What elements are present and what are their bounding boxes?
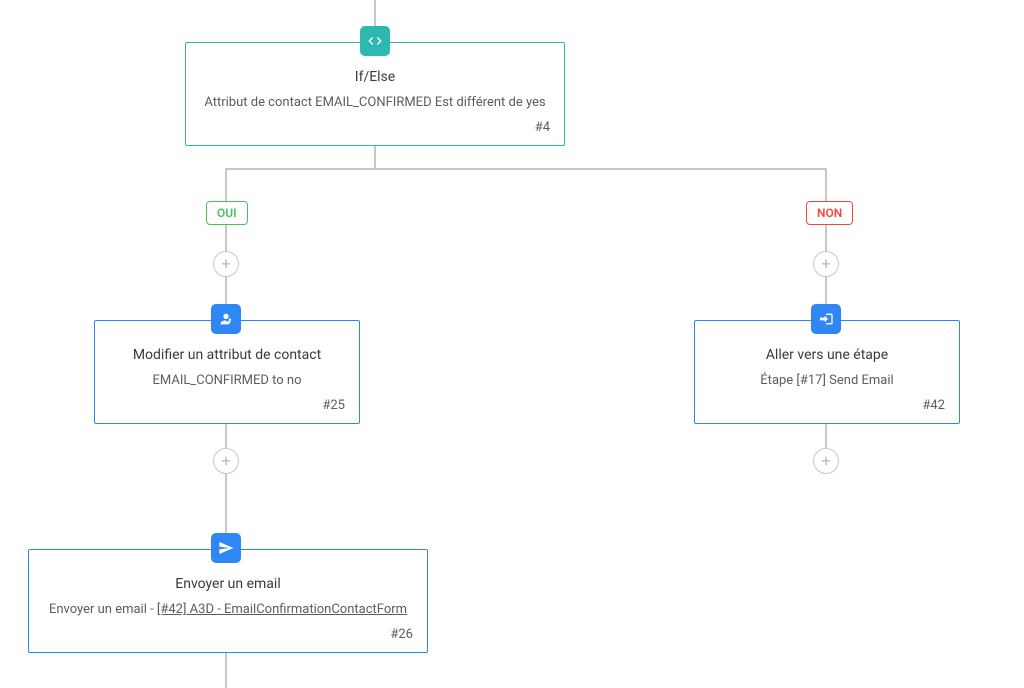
node-step-id: #4 [200,120,550,135]
branch-label-no: NON [806,201,853,225]
workflow-node-send-email[interactable]: Envoyer un email Envoyer un email - [#42… [28,549,428,653]
node-email-template-link[interactable]: [#42] A3D - EmailConfirmationContactForm [157,602,407,617]
workflow-canvas[interactable]: If/Else Attribut de contact EMAIL_CONFIR… [0,0,1024,680]
connector [225,168,827,170]
node-subtitle: Envoyer un email - [#42] A3D - EmailConf… [43,602,413,617]
workflow-node-goto-step[interactable]: Aller vers une étape Étape [#17] Send Em… [694,320,960,424]
node-title: Envoyer un email [43,576,413,592]
add-step-button[interactable] [213,251,239,277]
node-subtitle: Attribut de contact EMAIL_CONFIRMED Est … [200,95,550,110]
add-step-button[interactable] [813,251,839,277]
connector [225,168,227,321]
node-subtitle: EMAIL_CONFIRMED to no [109,373,345,388]
add-step-button[interactable] [213,448,239,474]
node-title: Modifier un attribut de contact [109,347,345,363]
connector [825,168,827,321]
connector [225,418,227,550]
node-step-id: #26 [43,627,413,642]
node-step-id: #42 [709,398,945,413]
node-step-id: #25 [109,398,345,413]
branch-label-yes: OUI [206,201,248,225]
connector [225,648,227,688]
add-step-button[interactable] [813,448,839,474]
workflow-node-if-else[interactable]: If/Else Attribut de contact EMAIL_CONFIR… [185,42,565,146]
workflow-node-update-attribute[interactable]: Modifier un attribut de contact EMAIL_CO… [94,320,360,424]
code-icon [360,26,390,56]
node-title: Aller vers une étape [709,347,945,363]
user-edit-icon [211,304,241,334]
node-subtitle: Étape [#17] Send Email [709,373,945,388]
send-email-icon [211,533,241,563]
node-subtitle-prefix: Envoyer un email - [49,602,157,617]
go-to-step-icon [811,304,841,334]
node-title: If/Else [200,69,550,85]
